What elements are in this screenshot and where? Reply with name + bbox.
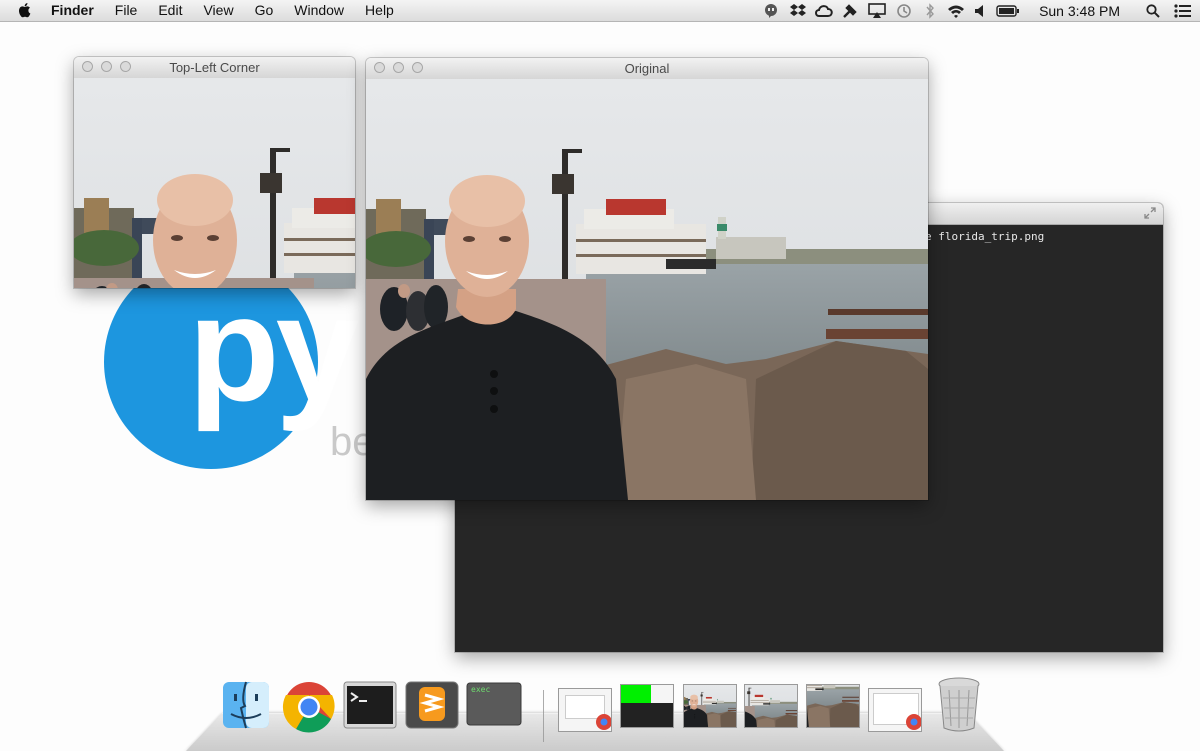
cropped-photo	[74, 78, 355, 288]
dropbox-icon[interactable]	[785, 0, 811, 21]
close-button[interactable]	[82, 61, 93, 72]
zoom-button[interactable]	[412, 62, 423, 73]
sublime-text-icon[interactable]	[405, 681, 459, 729]
terminal-output-line: e florida_trip.png	[925, 230, 1045, 243]
original-titlebar[interactable]: Original	[366, 58, 928, 80]
bluetooth-icon[interactable]	[917, 0, 943, 21]
volume-icon[interactable]	[969, 0, 991, 21]
terminal-icon[interactable]	[343, 681, 397, 729]
original-window[interactable]: Original	[366, 58, 928, 500]
top-left-corner-titlebar[interactable]: Top-Left Corner	[74, 57, 355, 79]
apple-menu-icon[interactable]	[16, 1, 34, 19]
menu-help[interactable]: Help	[365, 2, 394, 18]
menu-file[interactable]: File	[115, 2, 138, 18]
menu-app-name[interactable]: Finder	[51, 2, 94, 18]
chrome-document-thumbnail[interactable]	[868, 688, 922, 732]
creative-cloud-icon[interactable]	[811, 0, 837, 21]
time-machine-icon[interactable]	[891, 0, 917, 21]
green-image-thumbnail[interactable]	[620, 684, 674, 728]
battery-icon[interactable]	[991, 0, 1025, 21]
photo-thumbnail[interactable]	[683, 684, 737, 728]
finder-icon[interactable]	[221, 680, 271, 730]
fullscreen-icon[interactable]	[1143, 206, 1157, 220]
menu-bar: Finder File Edit View Go Window Help Sun…	[0, 0, 1200, 22]
airplay-icon[interactable]	[863, 0, 891, 21]
trash-icon[interactable]	[934, 676, 984, 732]
top-left-corner-thumbnail[interactable]	[744, 684, 798, 728]
window-title: Top-Left Corner	[169, 60, 260, 75]
minimize-button[interactable]	[393, 62, 404, 73]
menu-clock[interactable]: Sun 3:48 PM	[1039, 3, 1120, 19]
top-left-corner-window[interactable]: Top-Left Corner	[74, 57, 355, 288]
close-button[interactable]	[374, 62, 385, 73]
menu-go[interactable]: Go	[255, 2, 274, 18]
rocks-photo-thumbnail[interactable]	[806, 684, 860, 728]
pen-tool-icon[interactable]	[837, 0, 863, 21]
dock-separator	[543, 690, 544, 742]
notification-center-icon[interactable]	[1166, 0, 1200, 21]
menu-view[interactable]: View	[203, 2, 233, 18]
spotlight-search-icon[interactable]	[1140, 0, 1166, 21]
exec-icon[interactable]: exec	[466, 682, 522, 726]
chrome-icon[interactable]	[282, 680, 336, 734]
window-title: Original	[624, 61, 670, 76]
hangouts-icon[interactable]	[757, 0, 785, 21]
zoom-button[interactable]	[120, 61, 131, 72]
minimize-button[interactable]	[101, 61, 112, 72]
menu-window[interactable]: Window	[294, 2, 344, 18]
wifi-icon[interactable]	[943, 0, 969, 21]
exec-label: exec	[471, 685, 491, 694]
chrome-window-thumbnail[interactable]	[558, 688, 612, 732]
original-photo	[366, 79, 928, 500]
menu-edit[interactable]: Edit	[158, 2, 182, 18]
